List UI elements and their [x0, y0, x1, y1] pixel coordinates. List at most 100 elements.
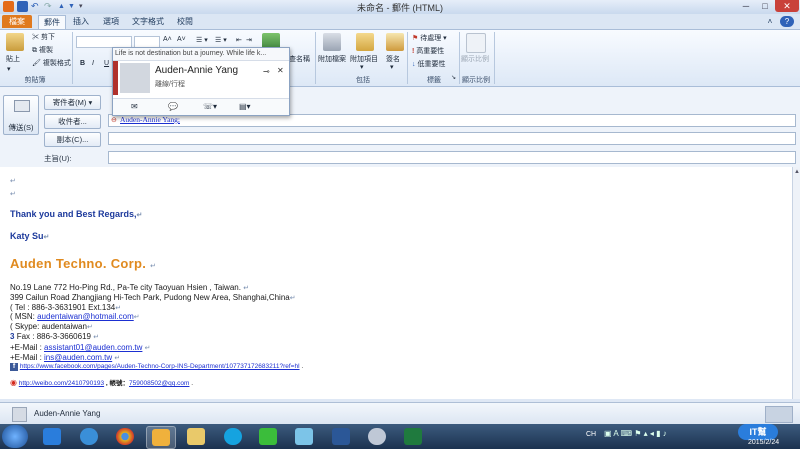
underline-button[interactable]: U: [104, 60, 109, 67]
check-names-button[interactable]: 查名稱: [289, 54, 310, 64]
email-line-2: +E-Mail : ins@auden.com.tw ↵: [10, 353, 121, 362]
taskbar-excel[interactable]: [399, 426, 427, 447]
follow-up-button[interactable]: ⚑ 待處理 ▾: [412, 33, 447, 43]
magnifier-icon[interactable]: [466, 33, 486, 53]
grow-font-button[interactable]: A˄: [163, 36, 172, 43]
help-icon[interactable]: ?: [780, 16, 794, 27]
italic-button[interactable]: I: [92, 60, 94, 67]
email2-link[interactable]: ins@auden.com.tw: [44, 353, 112, 362]
flag-icon: ⚑: [412, 35, 419, 42]
tab-review[interactable]: 校閱: [172, 15, 198, 28]
card-close-icon[interactable]: ✕: [277, 66, 284, 75]
chrome-icon: [116, 428, 134, 445]
tab-insert[interactable]: 插入: [68, 15, 94, 28]
taskbar-line[interactable]: [254, 426, 282, 447]
language-indicator[interactable]: CH: [586, 431, 596, 438]
fax-line: 3 Fax : 886-3-3660619 ↵: [10, 332, 100, 341]
taskbar-ie[interactable]: [38, 426, 66, 447]
bold-button[interactable]: B: [80, 60, 85, 67]
maximize-button[interactable]: □: [756, 0, 774, 12]
msn-link[interactable]: audentaiwan@hotmail.com: [37, 312, 134, 321]
tab-message[interactable]: 郵件: [38, 15, 66, 29]
taskbar-app2[interactable]: [290, 426, 318, 447]
ribbon-collapse-icon[interactable]: ˄: [764, 15, 776, 28]
presence-bar: [113, 61, 118, 95]
people-pane-name[interactable]: Auden-Annie Yang: [34, 409, 100, 418]
message-body[interactable]: ↵ ↵ Thank you and Best Regards,↵ Katy Su…: [0, 167, 792, 399]
bullets-icon[interactable]: ☰ ▾: [196, 36, 208, 44]
pin-icon[interactable]: ⊸: [263, 67, 270, 76]
scroll-up-icon[interactable]: ▲: [794, 169, 800, 175]
zoom-group-label: 顯示比例: [462, 77, 490, 84]
paint-icon: [368, 428, 386, 445]
cc-field[interactable]: [108, 132, 796, 145]
shrink-font-button[interactable]: A˅: [177, 36, 186, 43]
avatar: [12, 407, 27, 422]
tray-icons[interactable]: ▣ A ⌨ ⚑ ▴ ◂ ▮ ♪: [604, 429, 667, 438]
outdent-icon[interactable]: ⇤: [236, 36, 242, 44]
clock-date[interactable]: 2015/2/24: [748, 439, 779, 446]
recipient-name[interactable]: Auden-Annie Yang;: [120, 115, 180, 124]
taskbar-explorer[interactable]: [182, 426, 210, 447]
tab-options[interactable]: 選項: [98, 15, 124, 28]
contact-card-popup: Life is not destination but a journey. W…: [112, 47, 290, 116]
taskbar-chrome[interactable]: [111, 426, 139, 447]
facebook-line: f https://www.facebook.com/pages/Auden-T…: [10, 363, 303, 371]
paste-button[interactable]: 貼上: [6, 54, 20, 64]
taskbar-paint[interactable]: [363, 426, 391, 447]
tab-file[interactable]: 檔案: [2, 15, 32, 28]
email-icon[interactable]: ✉: [131, 102, 138, 111]
low-importance-button[interactable]: ↓ 低重要性: [412, 59, 445, 69]
minimize-button[interactable]: ─: [737, 0, 755, 12]
weibo-icon: ◉: [10, 378, 17, 387]
close-button[interactable]: ✕: [775, 0, 799, 12]
taskbar-outlook[interactable]: [146, 426, 176, 449]
taskbar-skype[interactable]: [219, 426, 247, 447]
start-button[interactable]: [2, 425, 28, 448]
from-button[interactable]: 寄件者(M) ▾: [44, 95, 101, 110]
divider: [72, 32, 73, 84]
more-options-icon[interactable]: ▤▾: [239, 102, 251, 111]
indent-icon[interactable]: ⇥: [246, 36, 252, 44]
send-button[interactable]: 傳送(S): [3, 95, 39, 135]
weibo-line: ◉ http://weibo.com/2410790193 , 帳號：75900…: [10, 378, 194, 387]
high-importance-button[interactable]: ! 高重要性: [412, 46, 444, 56]
to-button[interactable]: 收件者...: [44, 114, 101, 129]
app-icon: [80, 428, 98, 445]
format-painter-button[interactable]: 🖌 複製格式: [32, 58, 71, 68]
weibo-link[interactable]: http://weibo.com/2410790193: [19, 380, 104, 387]
cc-button[interactable]: 副本(C)...: [44, 132, 101, 147]
contact-card-name: Auden-Annie Yang: [155, 65, 239, 76]
im-icon[interactable]: 💬: [168, 102, 178, 111]
phone-icon[interactable]: ☏▾: [203, 102, 217, 111]
envelope-icon[interactable]: [356, 33, 374, 51]
msn-line: ( MSN: audentaiwan@hotmail.com↵: [10, 312, 140, 321]
facebook-link[interactable]: https://www.facebook.com/pages/Auden-Tec…: [20, 363, 300, 370]
empty-paragraph: ↵: [10, 191, 16, 198]
clipboard-group-label: 剪貼簿: [24, 77, 46, 84]
word-icon: [332, 428, 350, 445]
signature-icon[interactable]: [386, 33, 404, 51]
zoom-button[interactable]: 顯示比例: [461, 54, 489, 64]
paperclip-icon[interactable]: [323, 33, 341, 51]
email1-link[interactable]: assistant01@auden.com.tw: [44, 343, 142, 352]
subject-field[interactable]: [108, 151, 796, 164]
people-pane-toggle[interactable]: [765, 406, 793, 423]
cut-icon: ✂: [32, 34, 39, 41]
tab-format-text[interactable]: 文字格式: [130, 15, 166, 28]
taskbar-word[interactable]: [327, 426, 355, 447]
attach-item-button[interactable]: 附加項目: [350, 54, 378, 64]
ie-icon: [43, 428, 61, 445]
paste-icon[interactable]: [6, 33, 24, 51]
copy-button[interactable]: ⧉ 複製: [32, 45, 53, 55]
divider: [315, 32, 316, 84]
taskbar-app[interactable]: [75, 426, 103, 447]
qq-link[interactable]: 759008502@qq.com: [129, 380, 189, 387]
cut-button[interactable]: ✂ 剪下: [32, 32, 55, 42]
brush-icon: 🖌: [32, 60, 41, 67]
title-bar: ↶ ↷ ▲ ▼ ▾ 未命名 - 郵件 (HTML) ─ □ ✕: [0, 0, 800, 15]
numbering-icon[interactable]: ☰ ▾: [215, 36, 227, 44]
vertical-scrollbar[interactable]: ▲: [792, 167, 800, 399]
folder-icon: [187, 428, 205, 445]
attach-file-button[interactable]: 附加檔案: [318, 54, 346, 64]
